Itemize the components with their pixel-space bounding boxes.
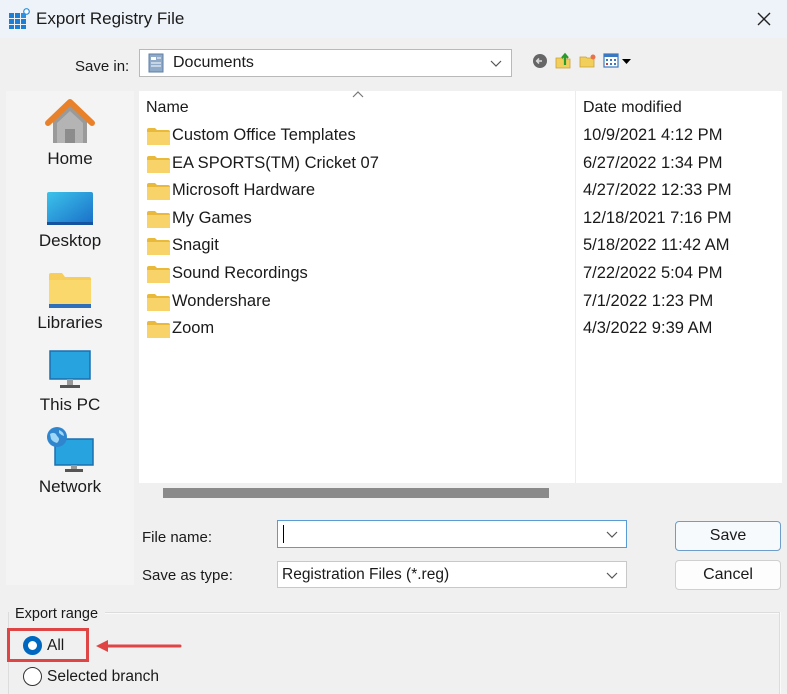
save-as-type-value: Registration Files (*.reg) [282, 565, 450, 583]
file-date-modified: 10/9/2021 4:12 PM [583, 126, 723, 144]
new-folder-icon [579, 54, 596, 68]
column-header-date-modified[interactable]: Date modified [583, 99, 682, 117]
folder-icon [147, 238, 170, 256]
file-name: Custom Office Templates [172, 126, 356, 144]
place-label: Network [38, 477, 102, 496]
file-date-modified: 7/1/2022 1:23 PM [583, 291, 714, 310]
libraries-icon [49, 273, 91, 308]
place-desktop[interactable]: Desktop [6, 179, 134, 259]
file-row[interactable]: Zoom 4/3/2022 9:39 AM [139, 316, 782, 343]
place-label: Desktop [38, 231, 102, 250]
close-button[interactable] [741, 0, 787, 38]
back-button[interactable] [531, 52, 549, 70]
group-border [105, 612, 781, 614]
up-one-level-button[interactable] [555, 52, 573, 70]
navigation-toolbar [531, 52, 633, 70]
file-name: EA SPORTS(TM) Cricket 07 [172, 153, 379, 172]
file-row[interactable]: Microsoft Hardware 4/27/2022 12:33 PM [139, 178, 782, 205]
file-name-input[interactable] [277, 520, 627, 548]
desktop-icon [47, 192, 93, 225]
folder-icon [147, 155, 170, 173]
places-sidebar: Home Desktop Libraries This PC Network [6, 91, 134, 585]
file-date-modified: 4/3/2022 9:39 AM [583, 319, 713, 338]
annotation-highlight-box [7, 628, 89, 662]
radio-label: Selected branch [47, 667, 160, 685]
file-row[interactable]: Wondershare 7/1/2022 1:23 PM [139, 289, 782, 316]
save-in-value: Documents [173, 54, 254, 71]
file-date-modified: 6/27/2022 1:34 PM [583, 153, 723, 172]
place-home[interactable]: Home [6, 97, 134, 177]
save-in-dropdown[interactable]: Documents [139, 49, 512, 77]
folder-icon [147, 266, 170, 283]
place-label: Home [47, 149, 93, 168]
new-folder-button[interactable] [579, 52, 597, 70]
group-border [779, 612, 781, 694]
back-icon [533, 54, 547, 68]
folder-icon [147, 183, 170, 201]
file-date-modified: 4/27/2022 12:33 PM [583, 181, 732, 200]
place-this-pc[interactable]: This PC [6, 343, 134, 423]
save-as-type-label: Save as type: [142, 567, 233, 584]
file-list[interactable]: Name Date modified Custom Office Templat… [139, 91, 782, 483]
place-network[interactable]: Network [6, 425, 134, 505]
file-row[interactable]: My Games 12/18/2021 7:16 PM [139, 206, 782, 233]
sort-ascending-icon [352, 91, 364, 98]
view-menu-icon [603, 53, 631, 68]
text-cursor [283, 525, 284, 543]
registry-editor-icon [9, 8, 30, 29]
file-row[interactable]: Sound Recordings 7/22/2022 5:04 PM [139, 261, 782, 288]
export-range-title: Export range [15, 606, 102, 622]
file-name: Sound Recordings [172, 264, 308, 282]
folder-icon [147, 128, 170, 145]
annotation-arrow-icon [96, 640, 182, 652]
documents-icon [148, 53, 164, 73]
view-menu-button[interactable] [603, 52, 633, 70]
file-date-modified: 7/22/2022 5:04 PM [583, 264, 723, 282]
home-icon [45, 99, 95, 143]
file-date-modified: 12/18/2021 7:16 PM [583, 208, 732, 227]
file-date-modified: 5/18/2022 11:42 AM [583, 236, 730, 255]
column-header-name[interactable]: Name [146, 99, 189, 117]
place-libraries[interactable]: Libraries [6, 261, 134, 341]
folder-icon [147, 293, 170, 311]
file-name: Snagit [172, 236, 219, 255]
file-name: Microsoft Hardware [172, 181, 316, 200]
folder-icon [147, 321, 170, 339]
folder-icon [147, 210, 170, 228]
file-name: My Games [172, 208, 252, 227]
window-title: Export Registry File [36, 9, 185, 28]
file-row[interactable]: Custom Office Templates 10/9/2021 4:12 PM [139, 123, 782, 150]
radio-unselected-icon [23, 667, 42, 686]
close-icon [757, 12, 771, 26]
save-in-label: Save in: [75, 58, 130, 75]
save-as-type-dropdown[interactable]: Registration Files (*.reg) [277, 561, 627, 588]
network-icon [47, 427, 94, 472]
file-row[interactable]: Snagit 5/18/2022 11:42 AM [139, 233, 782, 260]
place-label: This PC [39, 395, 101, 414]
file-row[interactable]: EA SPORTS(TM) Cricket 07 6/27/2022 1:34 P… [139, 151, 782, 178]
radio-selected-branch[interactable]: Selected branch [23, 667, 159, 686]
file-name-label: File name: [142, 529, 213, 546]
file-name: Wondershare [172, 291, 271, 310]
place-label: Libraries [37, 313, 103, 332]
chevron-down-icon [606, 572, 618, 579]
save-button[interactable]: Save [675, 521, 781, 551]
chevron-down-icon [490, 60, 502, 67]
horizontal-scrollbar[interactable] [163, 488, 549, 498]
this-pc-icon [49, 350, 91, 388]
title-bar: Export Registry File [0, 0, 787, 38]
file-name: Zoom [172, 319, 215, 338]
chevron-down-icon[interactable] [605, 527, 619, 541]
up-folder-icon [555, 52, 571, 69]
cancel-button[interactable]: Cancel [675, 560, 781, 590]
